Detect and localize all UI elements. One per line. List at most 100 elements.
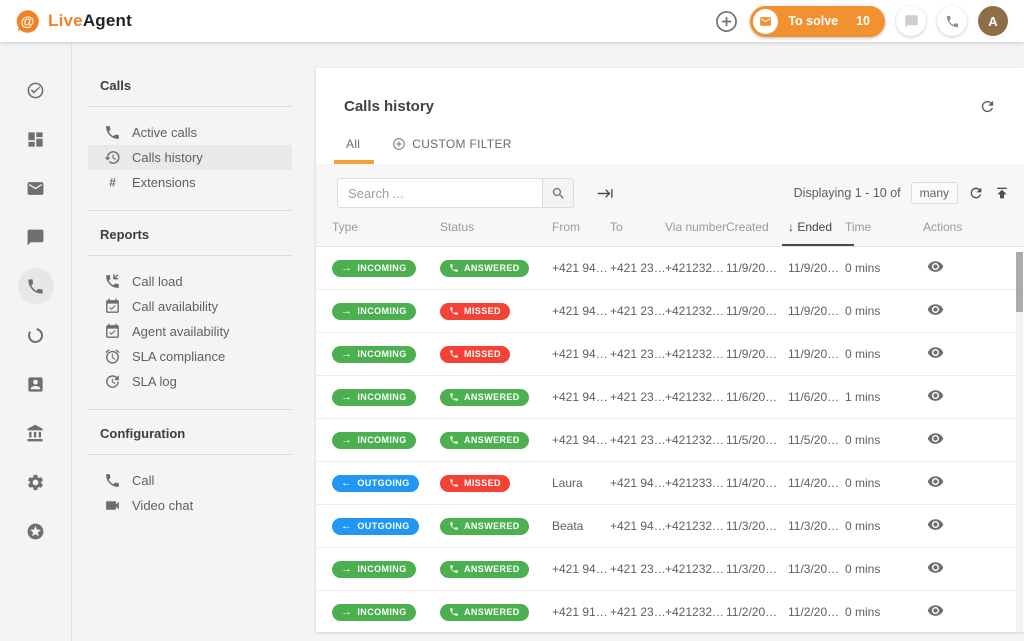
cell-time: 0 mins [845, 519, 913, 533]
rail-item-bank[interactable] [18, 415, 54, 451]
view-call-icon[interactable] [927, 301, 944, 318]
total-count-chip[interactable]: many [911, 182, 958, 204]
avatar[interactable]: A [978, 6, 1008, 36]
cell-to: +421 23… [610, 433, 665, 447]
loop-icon [26, 326, 45, 345]
envelope-icon [759, 15, 772, 28]
sidebar-item-active-calls[interactable]: Active calls [88, 120, 292, 145]
sidebar-item-sla-log[interactable]: SLA log [88, 369, 292, 394]
column-header-to[interactable]: To [610, 208, 665, 246]
cell-created: 11/6/20… [726, 390, 788, 404]
rail-item-chat[interactable] [18, 219, 54, 255]
cell-actions [913, 559, 983, 579]
search-icon [551, 186, 566, 201]
column-header-created[interactable]: Created [726, 208, 788, 246]
tab-custom-filter-label: CUSTOM FILTER [412, 137, 511, 151]
direction-arrow-icon: ← [341, 478, 352, 489]
scrollbar-thumb[interactable] [1016, 252, 1023, 312]
table-row[interactable]: →INCOMINGANSWERED+421 94…+421 23…+421232… [316, 548, 1024, 591]
sidebar-item-agent-availability[interactable]: Agent availability [88, 319, 292, 344]
tab-all-label: All [346, 137, 360, 151]
rail-item-settings[interactable] [18, 464, 54, 500]
cell-to: +421 94… [610, 476, 665, 490]
cell-status: ANSWERED [440, 518, 552, 535]
sidebar-item-call[interactable]: Call [88, 468, 292, 493]
tab-custom-filter[interactable]: CUSTOM FILTER [390, 127, 513, 164]
calls-button[interactable] [937, 6, 967, 36]
tab-all[interactable]: All [344, 127, 362, 164]
cell-to: +421 23… [610, 605, 665, 619]
rail-item-loop[interactable] [18, 317, 54, 353]
column-header-ended[interactable]: ↓ Ended [788, 208, 845, 246]
export-button[interactable] [994, 185, 1010, 201]
toolbar-right: Displaying 1 - 10 of many [794, 182, 1010, 204]
column-header-actions[interactable]: Actions [913, 208, 983, 246]
to-solve-button[interactable]: To solve 10 [750, 6, 885, 37]
table-row[interactable]: →INCOMINGANSWERED+421 91…+421 23…+421232… [316, 591, 1024, 632]
search-input[interactable] [337, 178, 542, 208]
table-row[interactable]: ←OUTGOINGMISSEDLaura+421 94…+421233…11/4… [316, 462, 1024, 505]
phone-icon [449, 263, 459, 273]
displaying-text: Displaying 1 - 10 of [794, 186, 901, 200]
rail-item-mail[interactable] [18, 170, 54, 206]
sidebar-item-label: Agent availability [132, 324, 230, 339]
mail-icon [26, 179, 45, 198]
sidebar-item-extensions[interactable]: #Extensions [88, 170, 292, 195]
rail-item-check-circle[interactable] [18, 72, 54, 108]
direction-arrow-icon: → [341, 349, 352, 360]
refresh-list-button[interactable] [968, 185, 984, 201]
phone-icon [449, 478, 459, 488]
refresh-page-button[interactable] [979, 98, 996, 115]
cell-actions [913, 301, 983, 321]
cell-from: +421 94… [552, 562, 610, 576]
table-row[interactable]: →INCOMINGMISSED+421 94…+421 23…+421232…1… [316, 290, 1024, 333]
sidebar-item-video-chat[interactable]: Video chat [88, 493, 292, 518]
table-row[interactable]: →INCOMINGANSWERED+421 94…+421 23…+421232… [316, 247, 1024, 290]
column-header-status[interactable]: Status [440, 208, 552, 246]
sidebar-section-title-calls: Calls [100, 78, 292, 93]
add-new-button[interactable] [714, 9, 739, 34]
column-header-type[interactable]: Type [332, 208, 440, 246]
view-call-icon[interactable] [927, 473, 944, 490]
alarm-icon [104, 348, 121, 365]
rail-item-contacts[interactable] [18, 366, 54, 402]
search-button[interactable] [542, 178, 574, 208]
column-header-via-number[interactable]: Via number [665, 208, 726, 246]
table-row[interactable]: →INCOMINGANSWERED+421 94…+421 23…+421232… [316, 419, 1024, 462]
rail-item-star[interactable] [18, 513, 54, 549]
sidebar-item-call-load[interactable]: Call load [88, 269, 292, 294]
sidebar-item-label: Calls history [132, 150, 203, 165]
cell-status: ANSWERED [440, 561, 552, 578]
vertical-scrollbar[interactable] [1016, 252, 1023, 632]
cell-type: →INCOMING [332, 303, 440, 320]
cell-actions [913, 430, 983, 450]
forward-filter-button[interactable] [597, 185, 614, 202]
view-call-icon[interactable] [927, 344, 944, 361]
cell-from: Beata [552, 519, 610, 533]
table-row[interactable]: →INCOMINGANSWERED+421 94…+421 23…+421232… [316, 376, 1024, 419]
cell-from: +421 94… [552, 390, 610, 404]
view-call-icon[interactable] [927, 387, 944, 404]
sidebar-section-title-reports: Reports [100, 227, 292, 242]
table-row[interactable]: →INCOMINGMISSED+421 94…+421 23…+421232…1… [316, 333, 1024, 376]
direction-arrow-icon: → [341, 435, 352, 446]
cell-type: →INCOMING [332, 561, 440, 578]
view-call-icon[interactable] [927, 516, 944, 533]
view-call-icon[interactable] [927, 559, 944, 576]
rail-item-dashboard[interactable] [18, 121, 54, 157]
sidebar-item-call-availability[interactable]: Call availability [88, 294, 292, 319]
rail-item-phone[interactable] [18, 268, 54, 304]
chats-button[interactable] [896, 6, 926, 36]
table-row[interactable]: ←OUTGOINGANSWEREDBeata+421 94…+421232…11… [316, 505, 1024, 548]
view-call-icon[interactable] [927, 602, 944, 619]
column-header-from[interactable]: From [552, 208, 610, 246]
phone-icon [449, 392, 459, 402]
direction-arrow-icon: ← [341, 521, 352, 532]
cell-created: 11/5/20… [726, 433, 788, 447]
view-call-icon[interactable] [927, 258, 944, 275]
sidebar-item-calls-history[interactable]: Calls history [88, 145, 292, 170]
cell-via-number: +421232… [665, 433, 726, 447]
view-call-icon[interactable] [927, 430, 944, 447]
column-header-time[interactable]: Time [845, 208, 913, 246]
sidebar-item-sla-compliance[interactable]: SLA compliance [88, 344, 292, 369]
